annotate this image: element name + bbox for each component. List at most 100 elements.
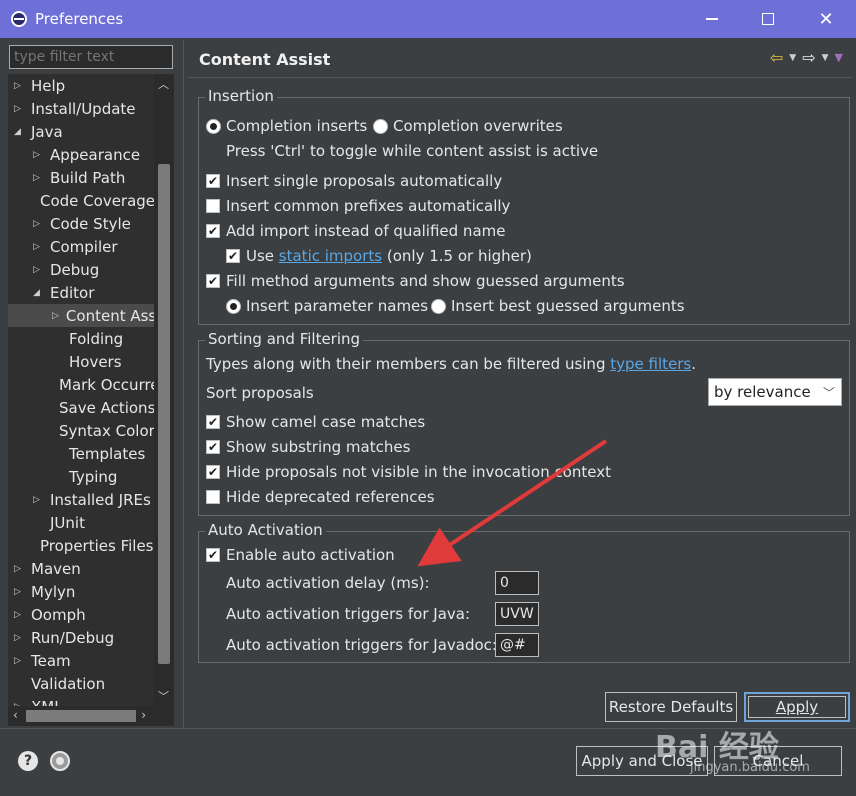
hide-deprecated-checkbox[interactable]: Hide deprecated references [206, 488, 435, 506]
close-button[interactable]: ✕ [798, 0, 854, 38]
back-arrow-icon[interactable]: ⇦ [770, 48, 783, 67]
radio-button[interactable] [431, 298, 446, 314]
filter-input[interactable] [9, 45, 173, 69]
check-icon[interactable]: ✔ [226, 249, 240, 263]
radio-button[interactable] [373, 118, 388, 134]
help-icon[interactable]: ? [18, 751, 38, 771]
restore-defaults-button[interactable]: Restore Defaults [605, 692, 737, 722]
camel-case-checkbox[interactable]: ✔ Show camel case matches [206, 413, 425, 431]
hide-not-visible-checkbox[interactable]: ✔ Hide proposals not visible in the invoc… [206, 463, 611, 481]
chevron-down-icon[interactable]: ▼ [822, 53, 829, 63]
tree-item[interactable]: Typing [8, 465, 154, 488]
expanded-arrow-icon[interactable]: ◢ [33, 288, 43, 298]
tree-item[interactable]: ▷ Appearance [8, 143, 154, 166]
completion-inserts-radio[interactable]: Completion inserts [206, 117, 367, 135]
tree-item[interactable]: Syntax Coloring [8, 419, 154, 442]
type-filters-link[interactable]: type filters [610, 355, 691, 373]
tree-item[interactable]: Save Actions [8, 396, 154, 419]
collapsed-arrow-icon[interactable]: ▷ [14, 81, 24, 91]
scroll-right-icon[interactable]: › [141, 708, 146, 722]
checkbox[interactable] [206, 490, 220, 504]
tree-item[interactable]: Templates [8, 442, 154, 465]
preference-tree[interactable]: ▷XMLValidation▷Team▷Run/Debug▷Oomph▷Myly… [8, 74, 174, 706]
insert-single-checkbox[interactable]: ✔ Insert single proposals automatically [206, 172, 502, 190]
collapsed-arrow-icon[interactable]: ▷ [14, 104, 24, 114]
collapsed-arrow-icon[interactable]: ▷ [33, 265, 43, 275]
tree-item[interactable]: ▷ Oomph [8, 603, 154, 626]
enable-auto-activation-checkbox[interactable]: ✔ Enable auto activation [206, 546, 395, 564]
tree-item[interactable]: ▷ Code Style [8, 212, 154, 235]
tree-item[interactable]: ▷ Mylyn [8, 580, 154, 603]
check-icon[interactable]: ✔ [206, 274, 220, 288]
tree-item[interactable]: ▷ Build Path [8, 166, 154, 189]
check-icon[interactable]: ✔ [206, 440, 220, 454]
tree-item[interactable]: ▷ Content Assist [8, 304, 154, 327]
javadoc-triggers-input[interactable] [495, 633, 539, 657]
scrollbar-thumb[interactable] [26, 710, 136, 722]
delay-input[interactable] [495, 571, 539, 595]
tree-item[interactable]: ▷ Help [8, 74, 154, 97]
check-icon[interactable]: ✔ [206, 174, 220, 188]
tree-item[interactable]: ◢ Java [8, 120, 154, 143]
collapsed-arrow-icon[interactable]: ▷ [14, 564, 24, 574]
add-import-checkbox[interactable]: ✔ Add import instead of qualified name [206, 222, 505, 240]
insert-prefixes-checkbox[interactable]: Insert common prefixes automatically [206, 197, 510, 215]
collapsed-arrow-icon[interactable]: ▷ [33, 219, 43, 229]
chevron-down-icon[interactable]: ▼ [789, 53, 796, 63]
collapsed-arrow-icon[interactable]: ▷ [14, 656, 24, 666]
tree-item[interactable]: ▷ Debug [8, 258, 154, 281]
scroll-down-icon[interactable]: ﹀ [158, 688, 169, 704]
expanded-arrow-icon[interactable]: ◢ [14, 127, 24, 137]
collapsed-arrow-icon[interactable]: ▷ [33, 242, 43, 252]
radio-button[interactable] [206, 118, 221, 134]
tree-item[interactable]: ▷ Run/Debug [8, 626, 154, 649]
tree-item[interactable]: ▷ Team [8, 649, 154, 672]
scroll-left-icon[interactable]: ‹ [13, 708, 18, 722]
tree-item[interactable]: Code Coverage [8, 189, 154, 212]
oomph-preference-icon[interactable] [50, 751, 70, 771]
maximize-button[interactable] [740, 0, 796, 38]
collapsed-arrow-icon[interactable]: ▷ [33, 150, 43, 160]
java-triggers-input[interactable] [495, 602, 539, 626]
collapsed-arrow-icon[interactable]: ▷ [33, 173, 43, 183]
check-icon[interactable]: ✔ [206, 224, 220, 238]
collapsed-arrow-icon[interactable]: ▷ [14, 587, 24, 597]
tree-item[interactable]: ▷XML [8, 695, 154, 707]
scroll-up-icon[interactable]: ︿ [158, 76, 169, 92]
static-imports-link[interactable]: static imports [279, 247, 382, 265]
check-icon[interactable]: ✔ [206, 465, 220, 479]
collapsed-arrow-icon[interactable]: ▷ [33, 495, 43, 505]
substring-checkbox[interactable]: ✔ Show substring matches [206, 438, 410, 456]
collapsed-arrow-icon[interactable]: ▷ [14, 633, 24, 643]
tree-item[interactable]: ▷ Maven [8, 557, 154, 580]
checkbox[interactable] [206, 199, 220, 213]
tree-item[interactable]: Hovers [8, 350, 154, 373]
scrollbar-thumb[interactable] [158, 164, 170, 664]
tree-item[interactable]: ◢ Editor [8, 281, 154, 304]
tree-horizontal-scrollbar[interactable]: ‹ › [8, 706, 174, 726]
sort-proposals-select[interactable]: by relevance ﹀ [708, 378, 842, 406]
check-icon[interactable]: ✔ [206, 548, 220, 562]
view-menu-icon[interactable]: ▼ [835, 51, 843, 64]
tree-item[interactable]: ▷ Install/Update [8, 97, 154, 120]
radio-button[interactable] [226, 298, 241, 314]
tree-vertical-scrollbar[interactable]: ︿ ﹀ [154, 74, 174, 706]
apply-button[interactable]: Apply [744, 692, 850, 722]
tree-item[interactable]: Mark Occurrences [8, 373, 154, 396]
minimize-button[interactable] [684, 0, 740, 38]
fill-method-checkbox[interactable]: ✔ Fill method arguments and show guessed … [206, 272, 625, 290]
insert-best-guessed-radio[interactable]: Insert best guessed arguments [431, 297, 685, 315]
pane-divider[interactable] [183, 40, 184, 728]
tree-item[interactable]: Validation [8, 672, 154, 695]
collapsed-arrow-icon[interactable]: ▷ [52, 311, 59, 321]
tree-item[interactable]: JUnit [8, 511, 154, 534]
tree-item[interactable]: Properties Files Editor [8, 534, 154, 557]
tree-item[interactable]: Folding [8, 327, 154, 350]
use-static-imports-checkbox[interactable]: ✔ Use static imports (only 1.5 or higher) [226, 247, 532, 265]
tree-item[interactable]: ▷ Installed JREs [8, 488, 154, 511]
collapsed-arrow-icon[interactable]: ▷ [14, 610, 24, 620]
completion-overwrites-radio[interactable]: Completion overwrites [373, 117, 563, 135]
insert-parameter-names-radio[interactable]: Insert parameter names [226, 297, 428, 315]
check-icon[interactable]: ✔ [206, 415, 220, 429]
forward-arrow-icon[interactable]: ⇨ [802, 48, 815, 67]
